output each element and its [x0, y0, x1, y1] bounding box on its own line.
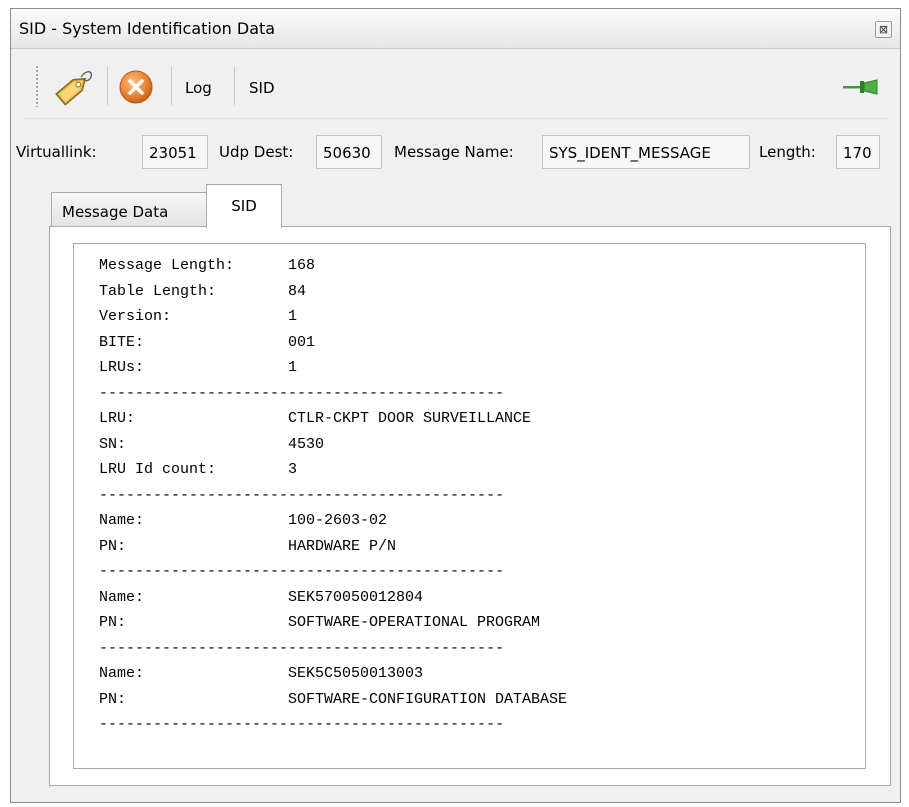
separator-line: ----------------------------------------…: [99, 563, 505, 580]
message-fields-row: Virtuallink: 23051 Udp Dest: 50630 Messa…: [11, 134, 900, 170]
separator-line: ----------------------------------------…: [99, 716, 505, 733]
sid-line: SN: 4530: [99, 436, 324, 461]
sid-value: 100-2603-02: [288, 512, 388, 529]
sid-key: LRU Id count:: [99, 461, 217, 478]
toolbar-grip-handle[interactable]: [35, 65, 39, 107]
sid-key: PN:: [99, 614, 127, 631]
sid-key: PN:: [99, 537, 127, 555]
separator-line: ----------------------------------------…: [99, 384, 505, 402]
sid-line: PN: SOFTWARE-CONFIGURATION DATABASE: [99, 691, 567, 716]
virtuallink-field[interactable]: 23051: [142, 135, 208, 169]
sid-key: LRU:: [99, 410, 136, 427]
sid-key: Name:: [99, 665, 145, 682]
sid-line: Name: SEK570050012804: [99, 589, 423, 614]
toolbar-separator: [234, 67, 235, 105]
udp-dest-field[interactable]: 50630: [316, 135, 382, 169]
sid-line: LRU Id count: 3: [99, 461, 297, 486]
sid-line: PN: SOFTWARE-OPERATIONAL PROGRAM: [99, 614, 540, 639]
sid-key: Table Length:: [99, 282, 217, 300]
sid-value: SEK5C5050013003: [288, 665, 424, 682]
sid-tab-panel: Message Length: 168 Table Length: 84 Version…: [49, 226, 891, 786]
title-bar[interactable]: SID - System Identification Data ⊠: [11, 9, 900, 49]
sid-value: 1: [288, 308, 298, 325]
sid-value: 1: [288, 359, 298, 376]
tab-message-data[interactable]: Message Data: [51, 192, 207, 227]
sid-key: LRUs:: [99, 359, 145, 376]
sid-line: LRU: CTLR-CKPT DOOR SURVEILLANCE: [99, 410, 531, 435]
toolbar: Log SID: [23, 55, 888, 119]
sid-line: Message Length: 168: [99, 257, 315, 282]
sid-text-area[interactable]: Message Length: 168 Table Length: 84 Version…: [73, 243, 866, 769]
sid-value: CTLR-CKPT DOOR SURVEILLANCE: [288, 410, 532, 427]
sid-line: Name: 100-2603-02: [99, 512, 387, 537]
sid-value: 001: [288, 333, 316, 351]
window-title: SID - System Identification Data: [19, 19, 276, 38]
sid-key: Name:: [99, 588, 145, 606]
udp-dest-label: Udp Dest:: [219, 143, 294, 161]
sid-value: SEK570050012804: [288, 588, 424, 606]
sid-line: Name: SEK5C5050013003: [99, 665, 423, 690]
sid-line: LRUs: 1: [99, 359, 297, 384]
sid-button[interactable]: SID: [249, 79, 275, 97]
sid-value: 3: [288, 461, 298, 478]
sid-line: PN: HARDWARE P/N: [99, 538, 396, 563]
pin-icon[interactable]: [841, 77, 881, 97]
sid-line: BITE: 001: [99, 334, 315, 359]
log-button[interactable]: Log: [185, 79, 212, 97]
length-field[interactable]: 170: [836, 135, 880, 169]
sid-value: 168: [288, 257, 316, 274]
sid-line: Version: 1: [99, 308, 297, 333]
sid-window: SID - System Identification Data ⊠ Log S…: [10, 8, 901, 803]
toolbar-separator: [171, 67, 172, 105]
tab-sid[interactable]: SID: [206, 184, 282, 228]
tag-icon[interactable]: [51, 65, 95, 109]
sid-value: HARDWARE P/N: [288, 537, 397, 555]
sid-key: SN:: [99, 435, 127, 453]
sid-key: Version:: [99, 308, 172, 325]
sid-value: 84: [288, 282, 307, 300]
sid-value: SOFTWARE-CONFIGURATION DATABASE: [288, 690, 568, 708]
sid-value: 4530: [288, 435, 325, 453]
close-circle-icon[interactable]: [118, 69, 154, 105]
virtuallink-label: Virtuallink:: [16, 143, 97, 161]
separator-line: ----------------------------------------…: [99, 639, 505, 657]
length-label: Length:: [759, 143, 816, 161]
sid-key: Name:: [99, 512, 145, 529]
sid-key: Message Length:: [99, 257, 235, 274]
separator-line: ----------------------------------------…: [99, 486, 505, 504]
window-close-button[interactable]: ⊠: [875, 21, 892, 38]
message-name-label: Message Name:: [394, 143, 514, 161]
sid-value: SOFTWARE-OPERATIONAL PROGRAM: [288, 614, 541, 631]
toolbar-separator: [107, 67, 108, 105]
message-name-field[interactable]: SYS_IDENT_MESSAGE: [542, 135, 750, 169]
sid-key: BITE:: [99, 333, 145, 351]
sid-line: Table Length: 84: [99, 283, 306, 308]
sid-key: PN:: [99, 690, 127, 708]
